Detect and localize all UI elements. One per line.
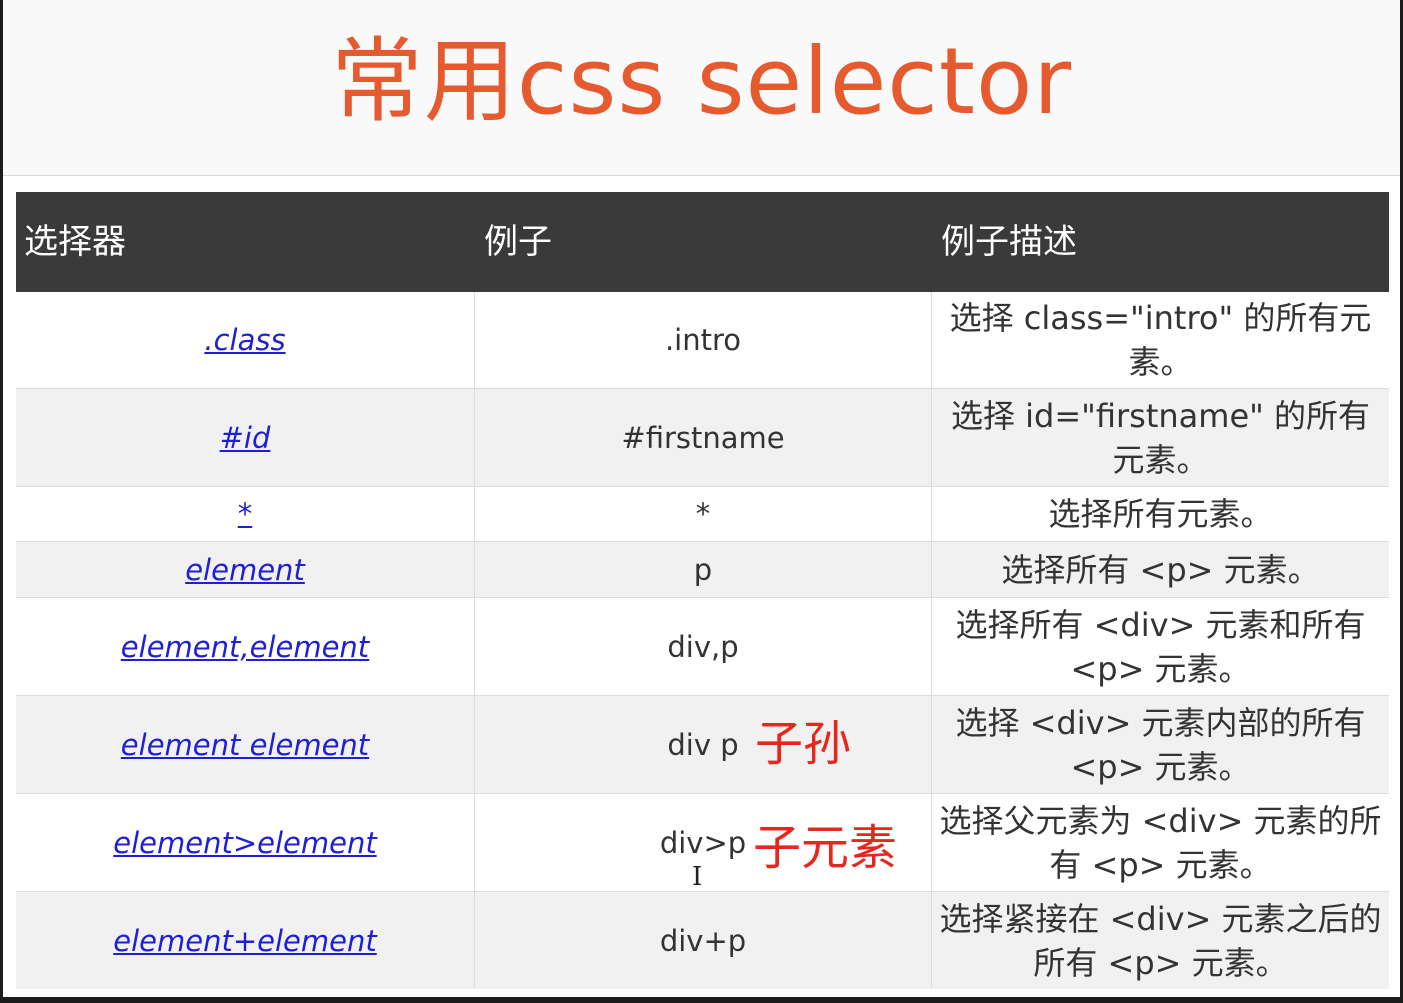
- example-text: div,p: [667, 629, 739, 664]
- selector-link[interactable]: .class: [204, 323, 285, 357]
- example-text: div>p: [659, 825, 747, 860]
- selector-table: 选择器 例子 例子描述 .class .intro 选择 class="intr…: [16, 192, 1389, 989]
- description-text: 选择紧接在 <div> 元素之后的所有 <p> 元素。: [939, 899, 1382, 982]
- description-text: 选择父元素为 <div> 元素的所有 <p> 元素。: [939, 801, 1382, 884]
- example-cell: *: [475, 487, 932, 541]
- table-row: element,element div,p 选择所有 <div> 元素和所有 <…: [16, 598, 1389, 696]
- description-text: 选择所有元素。: [1048, 495, 1273, 533]
- description-cell: 选择父元素为 <div> 元素的所有 <p> 元素。: [932, 794, 1389, 891]
- selector-link[interactable]: element+element: [113, 924, 376, 958]
- table-row: element element div p 选择 <div> 元素内部的所有 <…: [16, 696, 1389, 794]
- header-selector: 选择器: [24, 222, 126, 262]
- example-text: p: [693, 552, 713, 587]
- table-row: element>element div>p 选择父元素为 <div> 元素的所有…: [16, 794, 1389, 892]
- table-header: 选择器 例子 例子描述: [16, 192, 1389, 292]
- text-cursor-icon: I: [692, 862, 703, 892]
- slide: 常用css selector 选择器 例子 例子描述 .class .intro…: [3, 0, 1402, 997]
- example-cell: .intro: [475, 292, 932, 388]
- selector-link[interactable]: element: [185, 553, 305, 587]
- description-text: 选择 id="firstname" 的所有元素。: [950, 396, 1371, 479]
- table-row: .class .intro 选择 class="intro" 的所有元素。: [16, 292, 1389, 389]
- annotation-child: 子元素: [753, 820, 898, 876]
- selector-link[interactable]: element,element: [121, 630, 369, 664]
- example-cell: div p: [475, 696, 932, 793]
- example-text: *: [695, 497, 711, 531]
- example-text: div p: [667, 727, 739, 762]
- annotation-descendant: 子孙: [755, 716, 852, 772]
- table-row: element p 选择所有 <p> 元素。: [16, 542, 1389, 598]
- example-text: div+p: [659, 923, 747, 958]
- selector-link[interactable]: *: [238, 497, 253, 531]
- selector-cell: element+element: [16, 892, 475, 989]
- description-text: 选择 class="intro" 的所有元素。: [949, 299, 1372, 381]
- table-row: #id #firstname 选择 id="firstname" 的所有元素。: [16, 389, 1389, 487]
- example-cell: div+p: [475, 892, 932, 989]
- example-cell: div,p: [475, 598, 932, 695]
- selector-link[interactable]: #id: [220, 421, 271, 455]
- header-description: 例子描述: [941, 222, 1077, 262]
- description-cell: 选择紧接在 <div> 元素之后的所有 <p> 元素。: [932, 892, 1389, 989]
- slide-title: 常用css selector: [330, 28, 1073, 135]
- description-text: 选择 <div> 元素内部的所有 <p> 元素。: [955, 703, 1366, 786]
- description-cell: 选择 id="firstname" 的所有元素。: [932, 389, 1389, 486]
- selector-link[interactable]: element>element: [113, 826, 376, 860]
- description-cell: 选择所有 <p> 元素。: [932, 542, 1389, 597]
- title-area: 常用css selector: [3, 0, 1400, 176]
- header-example: 例子: [484, 222, 552, 262]
- description-cell: 选择 <div> 元素内部的所有 <p> 元素。: [932, 696, 1389, 793]
- description-cell: 选择所有 <div> 元素和所有 <p> 元素。: [932, 598, 1389, 695]
- table-row: element+element div+p 选择紧接在 <div> 元素之后的所…: [16, 892, 1389, 989]
- selector-link[interactable]: element element: [121, 728, 369, 762]
- selector-cell: *: [16, 487, 475, 541]
- selector-cell: element,element: [16, 598, 475, 695]
- description-cell: 选择 class="intro" 的所有元素。: [932, 292, 1389, 388]
- selector-cell: element: [16, 542, 475, 597]
- table-row: * * 选择所有元素。: [16, 487, 1389, 542]
- example-cell: #firstname: [475, 389, 932, 486]
- description-cell: 选择所有元素。: [932, 487, 1389, 541]
- selector-cell: .class: [16, 292, 475, 388]
- example-text: .intro: [664, 323, 742, 357]
- selector-cell: element>element: [16, 794, 475, 891]
- example-text: #firstname: [621, 420, 785, 455]
- description-text: 选择所有 <div> 元素和所有 <p> 元素。: [955, 605, 1366, 688]
- selector-cell: #id: [16, 389, 475, 486]
- description-text: 选择所有 <p> 元素。: [1001, 550, 1320, 589]
- example-cell: p: [475, 542, 932, 597]
- selector-cell: element element: [16, 696, 475, 793]
